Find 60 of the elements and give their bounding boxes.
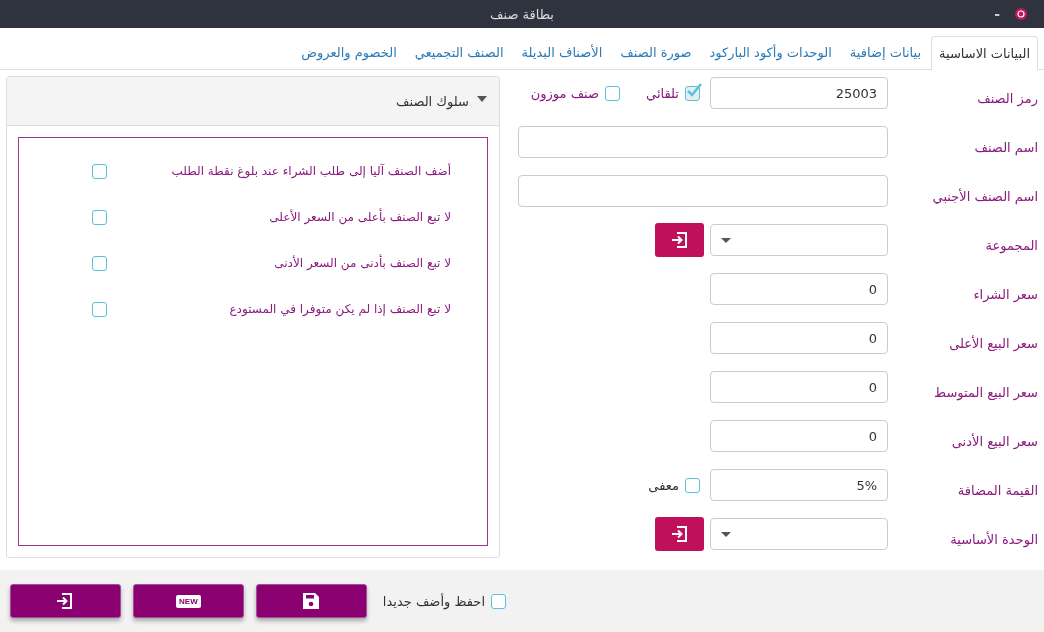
field-label: سعر البيع الأعلى: [948, 334, 1038, 351]
checkbox[interactable]: [491, 593, 506, 609]
field-label: المجموعة: [984, 236, 1038, 253]
field-label: سعر البيع المتوسط: [933, 383, 1038, 400]
dropdown[interactable]: [710, 224, 888, 256]
tab[interactable]: البيانات الاساسية: [931, 36, 1038, 70]
checkbox[interactable]: [685, 85, 700, 101]
tab[interactable]: الخصوم والعروض: [293, 35, 405, 69]
new-button[interactable]: NEW: [132, 584, 244, 618]
checkbox[interactable]: [92, 255, 107, 271]
enter-icon: [670, 525, 689, 543]
enter-icon: [56, 592, 75, 610]
input-field[interactable]: 25003: [710, 77, 888, 109]
checkbox-label: احفظ وأضف جديدا: [382, 593, 485, 609]
tab[interactable]: الوحدات وأكود الباركود: [701, 35, 840, 69]
window-title: بطاقة صنف: [490, 6, 554, 22]
field-label: اسم الصنف الأجنبي: [931, 187, 1038, 204]
checkbox[interactable]: [92, 209, 107, 225]
input-field[interactable]: 0: [710, 420, 888, 452]
checkbox[interactable]: [92, 163, 107, 179]
tab[interactable]: صورة الصنف: [612, 35, 700, 69]
panel-header[interactable]: سلوك الصنف: [7, 77, 499, 126]
enter-button[interactable]: [655, 517, 704, 551]
field-label: الوحدة الأساسية: [949, 530, 1038, 547]
checkbox-label: معفى: [648, 477, 679, 493]
checkbox[interactable]: [92, 301, 107, 317]
checkbox-label: تلقائي: [646, 85, 679, 101]
input-field[interactable]: 0: [710, 371, 888, 403]
tab[interactable]: بيانات إضافية: [841, 35, 929, 69]
option-label: لا تبع الصنف بأدنى من السعر الأدنى: [273, 256, 451, 270]
caret-icon: [721, 237, 731, 243]
enter-icon: [670, 231, 689, 249]
field-label: سعر البيع الأدنى: [950, 432, 1038, 449]
input-field[interactable]: 0: [710, 273, 888, 305]
input-field[interactable]: 0: [710, 322, 888, 354]
option-label: لا تبع الصنف بأعلى من السعر الأعلى: [268, 210, 451, 224]
dropdown[interactable]: [710, 518, 888, 550]
new-badge-icon: NEW: [176, 594, 201, 608]
caret-icon: [721, 531, 731, 537]
option-label: لا تبع الصنف إذا لم يكن متوفرا في المستودع: [228, 302, 451, 316]
input-field[interactable]: [518, 175, 888, 207]
tab[interactable]: الأصناف البديلة: [513, 35, 611, 69]
checkbox-label: صنف موزون: [530, 85, 600, 101]
field-label: اسم الصنف: [973, 138, 1038, 155]
field-label: القيمة المضافة: [956, 481, 1038, 498]
panel-title: سلوك الصنف: [396, 93, 469, 109]
input-field[interactable]: 5%: [710, 469, 888, 501]
field-label: سعر الشراء: [972, 285, 1038, 302]
option-label: أضف الصنف آليا إلى طلب الشراء عند بلوغ نقطة الطلب: [170, 164, 451, 178]
tab[interactable]: الصنف التجميعي: [406, 35, 512, 69]
field-label: رمز الصنف: [976, 89, 1038, 106]
save-button[interactable]: [255, 584, 367, 618]
minimize-button[interactable]: -: [994, 6, 1000, 22]
checkbox[interactable]: [685, 477, 700, 493]
checkbox[interactable]: [605, 85, 621, 101]
checkmark-icon: [685, 81, 703, 98]
exit-button[interactable]: [10, 584, 121, 618]
enter-button[interactable]: [655, 223, 704, 257]
flower-logo-icon: [1014, 7, 1028, 21]
input-field[interactable]: [518, 126, 888, 158]
